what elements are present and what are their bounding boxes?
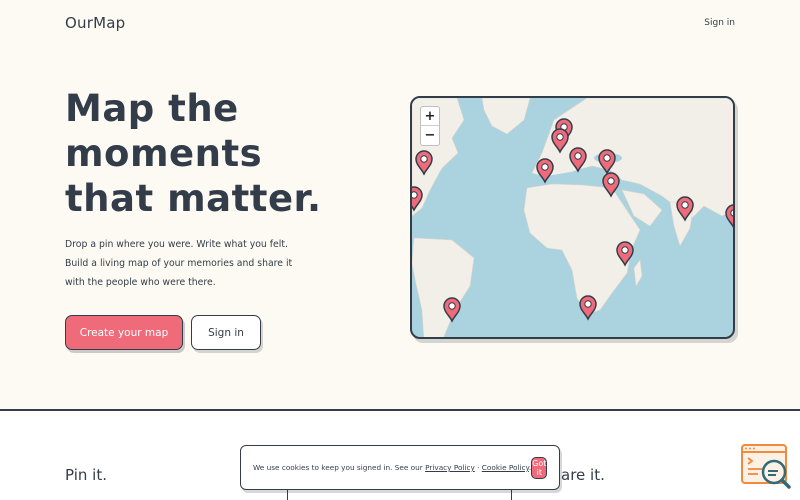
cookie-policy-link[interactable]: Cookie Policy [482,463,529,472]
hero-title-line: Map the [65,87,239,130]
cookie-separator: · [477,463,480,472]
hero-title-line: that matter. [65,177,322,220]
cookie-accept-button[interactable]: Got it [531,456,548,479]
world-map[interactable] [412,98,735,339]
inspect-widget-icon[interactable] [740,443,792,489]
zoom-in-button[interactable]: + [421,107,439,126]
map-pin-icon[interactable] [579,295,597,320]
feature-card [287,490,512,500]
map-pin-icon[interactable] [725,204,735,229]
top-nav: OurMap Sign in [65,12,735,34]
hero-description: Drop a pin where you were. Write what yo… [65,235,295,292]
create-map-button[interactable]: Create your map [65,315,183,350]
feature-title-pin: Pin it. [65,466,107,484]
hero-description-line: with the people who were there. [65,277,216,288]
logo[interactable]: OurMap [65,14,125,32]
cookie-text: We use cookies to keep you signed in. Se… [253,463,423,472]
hero-description-line: Build a living map of your memories and … [65,258,293,269]
map-preview[interactable]: + − [410,96,735,339]
hero-signin-button[interactable]: Sign in [191,315,261,350]
hero-title: Map the moments that matter. [65,86,365,221]
privacy-policy-link[interactable]: Privacy Policy [425,463,475,472]
feature-title-share: are it. [561,466,605,484]
hero-title-line: moments [65,132,263,175]
map-zoom-control: + − [420,106,440,146]
cookie-message: We use cookies to keep you signed in. Se… [253,463,531,472]
zoom-out-button[interactable]: − [421,126,439,145]
hero-description-line: Drop a pin where you were. Write what yo… [65,239,288,250]
nav-signin-link[interactable]: Sign in [704,18,735,28]
cookie-banner: We use cookies to keep you signed in. Se… [240,445,560,490]
